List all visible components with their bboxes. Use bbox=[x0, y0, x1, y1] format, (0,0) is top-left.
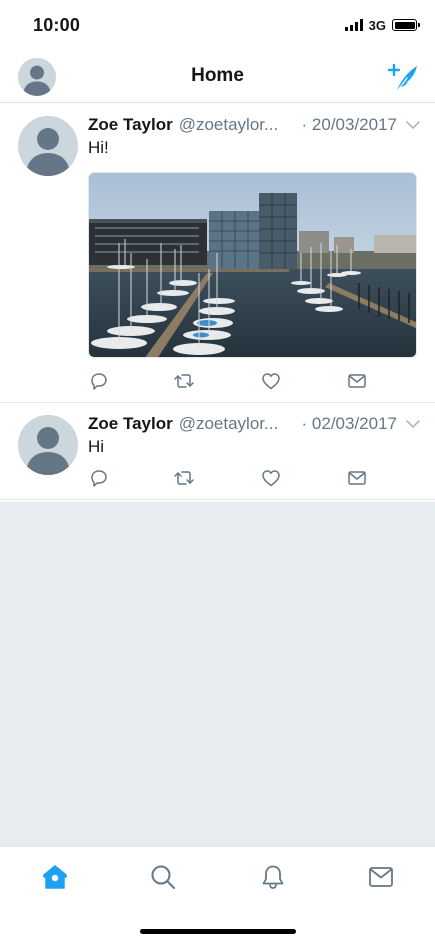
avatar-placeholder-icon bbox=[18, 116, 78, 176]
tweet[interactable]: Zoe Taylor @zoetaylor... · 02/03/2017 Hi bbox=[0, 403, 435, 500]
tweet-actions bbox=[88, 370, 388, 392]
like-icon[interactable] bbox=[260, 467, 282, 489]
network-type: 3G bbox=[368, 17, 386, 33]
tweet-date: · 02/03/2017 bbox=[301, 414, 397, 433]
status-bar: 10:00 3G bbox=[0, 0, 435, 50]
tweet-header: Zoe Taylor @zoetaylor... · 02/03/2017 bbox=[88, 413, 421, 435]
like-icon[interactable] bbox=[260, 370, 282, 392]
avatar[interactable] bbox=[18, 415, 78, 475]
tweet-author-handle[interactable]: @zoetaylor... bbox=[179, 115, 296, 135]
harbor-photo bbox=[89, 173, 416, 357]
status-time: 10:00 bbox=[33, 14, 81, 35]
tweet-author-name[interactable]: Zoe Taylor bbox=[88, 414, 173, 434]
direct-message-icon[interactable] bbox=[346, 370, 368, 392]
search-icon[interactable] bbox=[149, 863, 177, 891]
compose-tweet-icon[interactable] bbox=[387, 62, 419, 92]
battery-icon bbox=[392, 19, 420, 31]
tweet-header: Zoe Taylor @zoetaylor... · 20/03/2017 bbox=[88, 114, 421, 136]
chevron-down-icon[interactable] bbox=[405, 120, 421, 130]
top-header: Home bbox=[0, 50, 435, 103]
retweet-icon[interactable] bbox=[173, 370, 195, 392]
timeline: Zoe Taylor @zoetaylor... · 20/03/2017 Hi… bbox=[0, 104, 435, 500]
timeline-empty-area bbox=[0, 502, 435, 846]
tweet-author-handle[interactable]: @zoetaylor... bbox=[179, 414, 296, 434]
page-title: Home bbox=[191, 65, 244, 86]
tweet-media-photo[interactable] bbox=[88, 172, 417, 358]
status-indicators: 3G bbox=[344, 17, 420, 33]
reply-icon[interactable] bbox=[88, 467, 110, 489]
avatar[interactable] bbox=[18, 116, 78, 176]
direct-message-icon[interactable] bbox=[346, 467, 368, 489]
tweet-author-name[interactable]: Zoe Taylor bbox=[88, 115, 173, 135]
tweet-actions bbox=[88, 467, 388, 489]
retweet-icon[interactable] bbox=[173, 467, 195, 489]
signal-bars-icon bbox=[344, 19, 363, 31]
tweet-date: · 20/03/2017 bbox=[301, 115, 397, 134]
avatar-placeholder-icon bbox=[18, 415, 78, 475]
reply-icon[interactable] bbox=[88, 370, 110, 392]
tweet-text: Hi! bbox=[88, 138, 109, 157]
home-indicator bbox=[140, 929, 296, 934]
messages-icon[interactable] bbox=[367, 863, 395, 891]
tweet[interactable]: Zoe Taylor @zoetaylor... · 20/03/2017 Hi… bbox=[0, 104, 435, 403]
chevron-down-icon[interactable] bbox=[405, 419, 421, 429]
tweet-text: Hi bbox=[88, 437, 105, 456]
home-icon[interactable] bbox=[41, 863, 69, 891]
notifications-icon[interactable] bbox=[259, 863, 287, 891]
